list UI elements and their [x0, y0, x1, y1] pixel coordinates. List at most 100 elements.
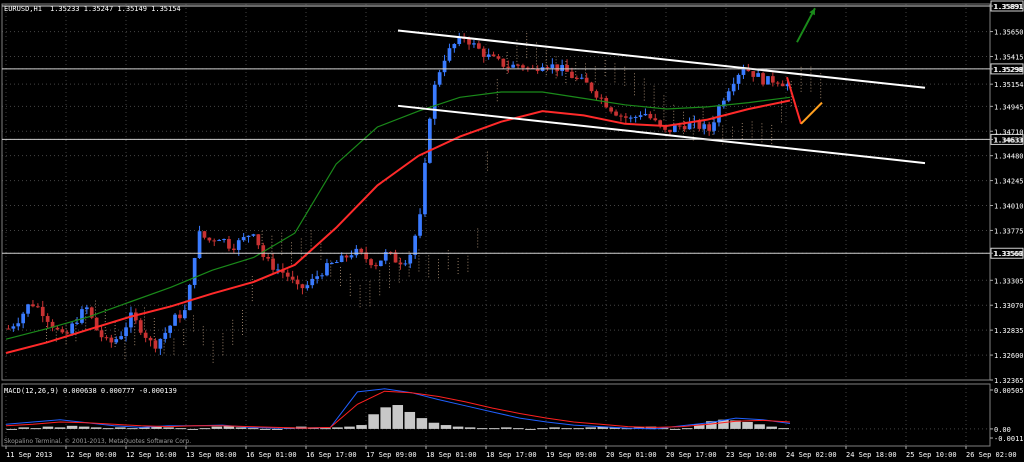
cloud-dot	[781, 115, 782, 117]
cloud-dot	[193, 327, 194, 329]
cloud-dot	[46, 335, 47, 337]
cloud-dot	[389, 274, 390, 276]
candle-body	[197, 231, 202, 259]
cloud-dot	[496, 88, 498, 90]
cloud-dot	[565, 72, 567, 74]
cloud-dot	[389, 268, 390, 270]
cloud-dot	[810, 84, 812, 86]
cloud-dot	[614, 75, 616, 77]
cloud-dot	[232, 325, 234, 327]
cloud-dot	[144, 325, 145, 327]
candle-body	[756, 73, 760, 77]
cloud-dot	[575, 74, 577, 76]
cloud-dot	[516, 57, 518, 59]
cloud-dot	[614, 78, 616, 80]
cloud-dot	[320, 255, 322, 257]
cloud-dot	[153, 323, 155, 325]
price-tick-label: 1.35650	[994, 29, 1024, 37]
macd-tick-label: 0.00	[994, 426, 1011, 434]
candle-body	[550, 64, 555, 69]
price-tick-label: 1.34710	[994, 128, 1024, 136]
candle-body	[614, 111, 618, 116]
candle-body	[677, 125, 682, 127]
cloud-dot	[379, 291, 381, 293]
time-tick-label: 26 Sep 02:00	[966, 451, 1017, 459]
cloud-dot	[722, 143, 724, 145]
macd-histogram-bar	[356, 425, 367, 429]
candle-body	[207, 237, 212, 241]
cloud-dot	[300, 244, 302, 246]
cloud-dot	[398, 278, 400, 280]
cloud-dot	[369, 299, 371, 301]
macd-histogram-bar	[404, 411, 416, 429]
cloud-dot	[594, 69, 596, 71]
cloud-dot	[408, 272, 410, 274]
cloud-dot	[545, 74, 547, 76]
cloud-dot	[536, 57, 537, 59]
candle-body	[555, 64, 560, 72]
cloud-dot	[506, 60, 508, 62]
candle-body	[472, 43, 476, 45]
macd-histogram-bar	[428, 422, 440, 429]
cloud-dot	[418, 264, 420, 266]
cloud-dot	[663, 119, 665, 121]
macd-histogram-bar	[681, 428, 693, 430]
cloud-dot	[359, 291, 361, 293]
cloud-dot	[251, 279, 253, 281]
cloud-dot	[193, 330, 194, 332]
candle-body	[379, 260, 383, 267]
cloud-dot	[751, 136, 753, 138]
candle-body	[85, 307, 89, 310]
macd-histogram-bar	[332, 427, 343, 429]
candle-body	[192, 258, 197, 285]
macd-histogram-bar	[211, 426, 223, 429]
candle-body	[222, 239, 226, 241]
candle-body	[271, 258, 275, 270]
cloud-dot	[124, 352, 126, 354]
cloud-dot	[438, 262, 439, 264]
cloud-dot	[398, 260, 400, 262]
cloud-dot	[75, 331, 77, 333]
cloud-dot	[104, 315, 106, 317]
macd-histogram-bar	[6, 428, 18, 430]
watermark: Skopalino Terminal, © 2001-2013, MetaQuo…	[4, 438, 191, 445]
candle-body	[119, 336, 123, 340]
cloud-dot	[251, 300, 253, 302]
cloud-dot	[95, 309, 96, 311]
cloud-dot	[781, 121, 782, 123]
cloud-dot	[536, 54, 537, 56]
macd-histogram-bar	[320, 428, 331, 430]
cloud-dot	[153, 317, 155, 319]
cloud-dot	[379, 279, 381, 281]
cloud-dot	[771, 130, 773, 132]
candle-body	[75, 322, 79, 324]
cloud-dot	[594, 72, 596, 74]
cloud-dot	[545, 71, 547, 73]
cloud-dot	[418, 267, 420, 269]
cloud-dot	[457, 273, 459, 275]
candle-body	[26, 304, 30, 314]
cloud-dot	[692, 118, 694, 120]
cloud-dot	[722, 128, 724, 130]
macd-histogram-bar	[392, 405, 404, 429]
cloud-dot	[340, 266, 341, 268]
cloud-dot	[193, 318, 194, 320]
cloud-dot	[634, 91, 635, 93]
cloud-dot	[467, 267, 469, 269]
cloud-dot	[673, 116, 675, 118]
macd-histogram-bar	[549, 427, 560, 429]
cloud-dot	[242, 327, 243, 329]
cloud-dot	[300, 256, 302, 258]
cloud-dot	[526, 48, 528, 50]
cloud-dot	[506, 51, 508, 53]
chart-symbol-title: EURUSD,H1	[4, 5, 42, 13]
cloud-dot	[232, 337, 234, 339]
cloud-dot	[418, 255, 420, 257]
cloud-dot	[692, 124, 694, 126]
time-tick-label: 16 Sep 01:00	[246, 451, 297, 459]
cloud-dot	[261, 236, 263, 238]
price-axis: 1.35891 1.35650 1.35415 1.35298 1.35154 1.349…	[990, 3, 1024, 385]
macd-histogram-bar	[259, 428, 271, 430]
macd-histogram-bar	[742, 421, 753, 429]
candle-body	[173, 314, 177, 326]
